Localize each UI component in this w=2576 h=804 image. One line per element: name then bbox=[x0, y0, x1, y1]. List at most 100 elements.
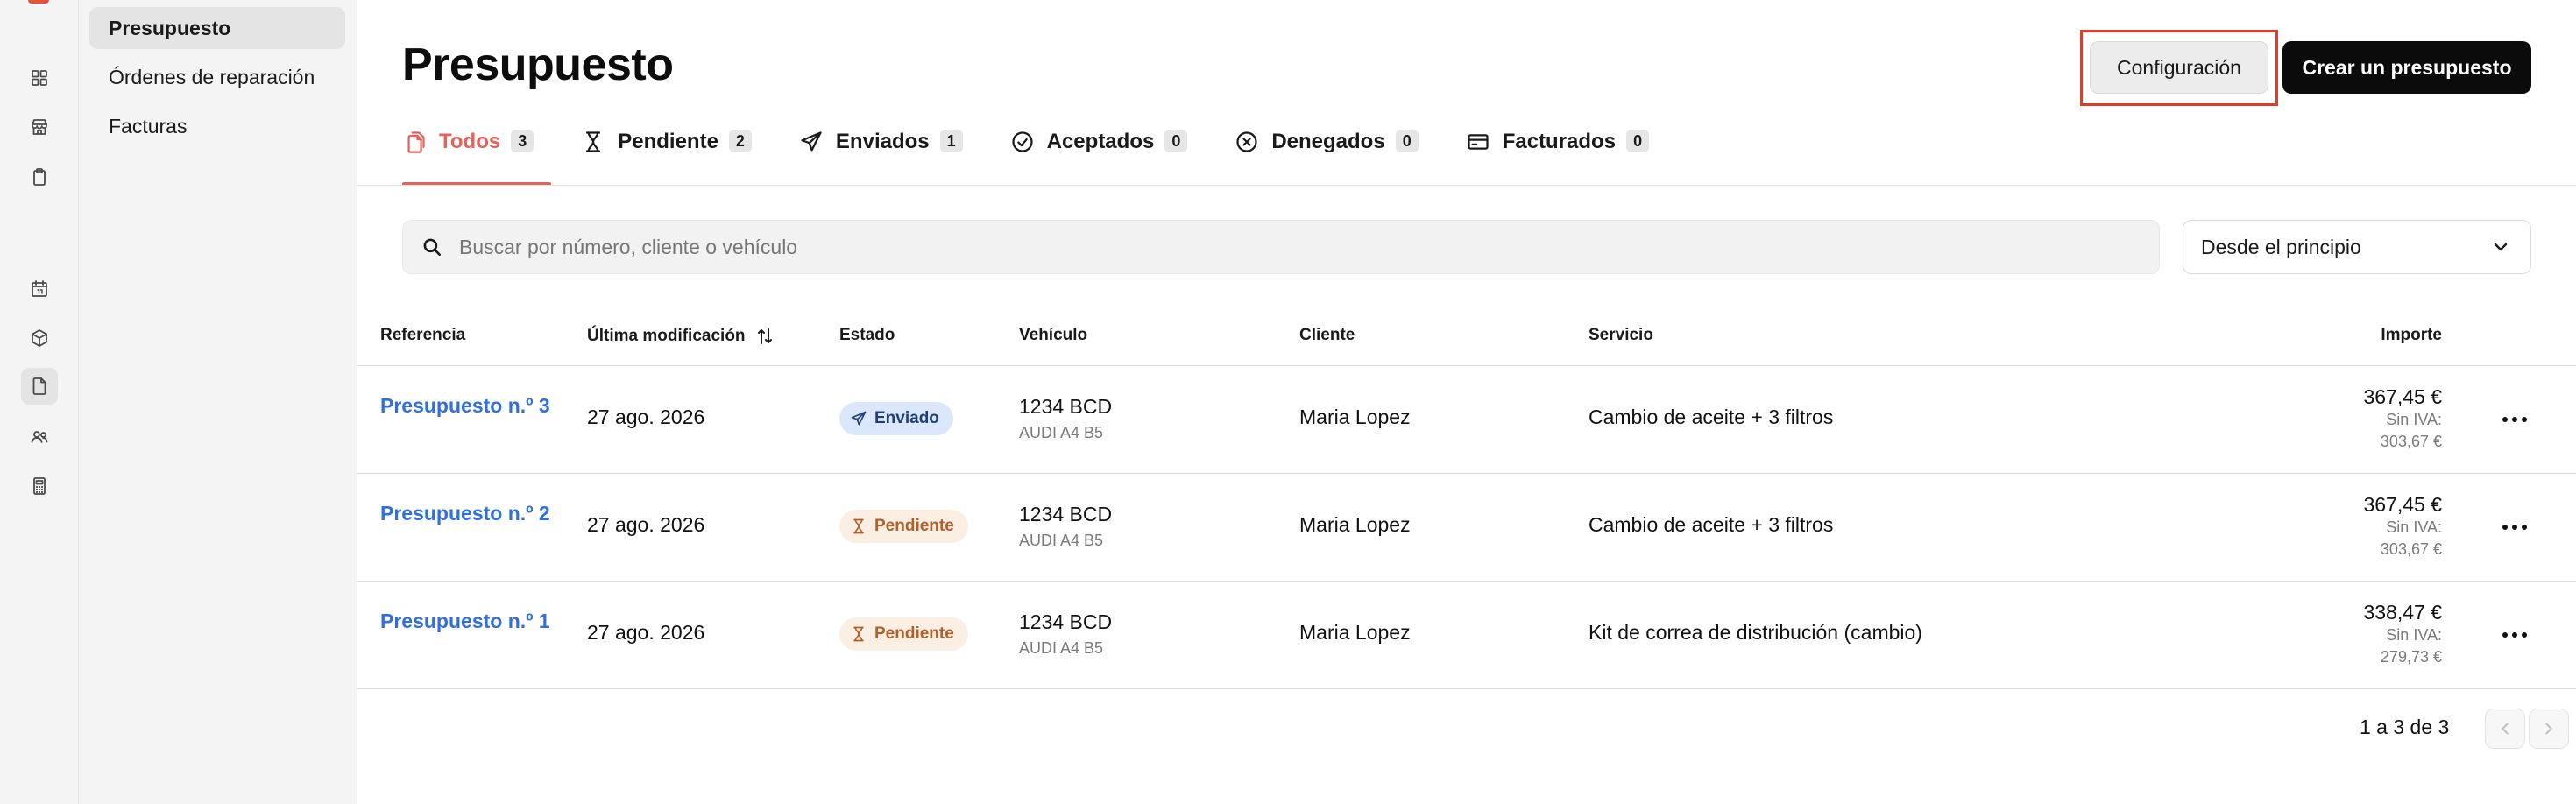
quote-reference-link[interactable]: Presupuesto n.º 1 bbox=[380, 608, 556, 635]
calculator-icon[interactable] bbox=[21, 468, 58, 504]
more-options-icon[interactable] bbox=[2499, 622, 2530, 648]
net-label: Sin IVA: bbox=[2386, 518, 2442, 536]
subnav-item-label: Presupuesto bbox=[109, 16, 231, 39]
column-header-amount[interactable]: Importe bbox=[2381, 326, 2442, 345]
subnav-item-presupuesto[interactable]: Presupuesto bbox=[89, 7, 345, 49]
tab-label: Aceptados bbox=[1046, 130, 1155, 153]
modified-date: 27 ago. 2026 bbox=[587, 406, 705, 428]
vehicle-model: AUDI A4 B5 bbox=[1019, 424, 1104, 441]
vehicle-model: AUDI A4 B5 bbox=[1019, 639, 1104, 657]
tab-denegados[interactable]: Denegados 0 bbox=[1235, 123, 1419, 186]
vehicle-plate: 1234 BCD bbox=[1019, 503, 1113, 525]
period-select[interactable]: Desde el principio bbox=[2183, 220, 2531, 274]
amount-total: 367,45 € bbox=[2363, 493, 2442, 516]
next-page-button[interactable] bbox=[2529, 709, 2569, 749]
tab-count-badge: 1 bbox=[939, 130, 963, 152]
net-label: Sin IVA: bbox=[2386, 411, 2442, 428]
tab-count-badge: 0 bbox=[1395, 130, 1419, 152]
net-label: Sin IVA: bbox=[2386, 626, 2442, 644]
status-tabs: Todos 3 Pendiente 2 Enviados 1 Aceptados… bbox=[402, 123, 1696, 186]
column-header-modified[interactable]: Última modificación bbox=[587, 326, 775, 347]
chevron-down-icon bbox=[2494, 243, 2508, 251]
tab-count-badge: 0 bbox=[1164, 130, 1188, 152]
amount-cell: 338,47 € Sin IVA: 279,73 € bbox=[2363, 601, 2442, 668]
tab-facturados[interactable]: Facturados 0 bbox=[1466, 123, 1650, 186]
tab-pendiente[interactable]: Pendiente 2 bbox=[581, 123, 752, 186]
document-icon[interactable] bbox=[21, 368, 58, 405]
tab-count-badge: 3 bbox=[511, 130, 534, 152]
amount-cell: 367,45 € Sin IVA: 303,67 € bbox=[2363, 493, 2442, 561]
chevron-right-icon bbox=[2545, 723, 2552, 735]
brand-mark bbox=[28, 0, 49, 4]
subnav-item-facturas[interactable]: Facturas bbox=[89, 105, 345, 147]
tab-label: Pendiente bbox=[618, 130, 718, 153]
pagination-summary: 1 a 3 de 3 bbox=[2360, 716, 2450, 738]
tab-enviados[interactable]: Enviados 1 bbox=[799, 123, 963, 186]
tab-label: Enviados bbox=[835, 130, 930, 153]
modified-date: 27 ago. 2026 bbox=[587, 621, 705, 644]
main-content: Presupuesto Configuración Crear un presu… bbox=[357, 0, 2576, 804]
tab-todos[interactable]: Todos 3 bbox=[402, 123, 552, 186]
table-row[interactable]: Presupuesto n.º 3 27 ago. 2026 Enviado 1… bbox=[357, 366, 2576, 474]
service-description: Cambio de aceite + 3 filtros bbox=[1589, 513, 1834, 536]
subnav-item-ordenes-reparacion[interactable]: Órdenes de reparación bbox=[89, 56, 345, 98]
service-description: Cambio de aceite + 3 filtros bbox=[1589, 406, 1834, 428]
sub-navigation: Presupuesto Órdenes de reparación Factur… bbox=[79, 0, 357, 804]
users-icon[interactable] bbox=[21, 419, 58, 455]
calendar-icon[interactable] bbox=[21, 271, 58, 307]
amount-total: 367,45 € bbox=[2363, 385, 2442, 408]
tab-aceptados[interactable]: Aceptados 0 bbox=[1010, 123, 1188, 186]
clipboard-icon[interactable] bbox=[21, 159, 58, 195]
client-name: Maria Lopez bbox=[1299, 406, 1411, 428]
tab-label: Todos bbox=[439, 130, 501, 153]
page-title: Presupuesto bbox=[402, 39, 674, 90]
hourglass-icon bbox=[586, 131, 601, 152]
column-header-vehicle[interactable]: Vehículo bbox=[1019, 326, 1087, 345]
vehicle-plate: 1234 BCD bbox=[1019, 395, 1113, 418]
vehicle-model: AUDI A4 B5 bbox=[1019, 532, 1104, 549]
net-amount: 303,67 € bbox=[2380, 433, 2442, 450]
hourglass-icon bbox=[853, 626, 864, 642]
status-badge: Pendiente bbox=[839, 510, 968, 543]
table-row[interactable]: Presupuesto n.º 2 27 ago. 2026 Pendiente… bbox=[357, 474, 2576, 582]
credit-card-icon bbox=[1468, 134, 1489, 150]
column-header-service[interactable]: Servicio bbox=[1589, 326, 1653, 345]
documents-icon bbox=[407, 131, 425, 153]
table-header: Referencia Última modificación Estado Ve… bbox=[357, 308, 2576, 366]
check-circle-icon bbox=[1012, 131, 1033, 152]
column-header-status[interactable]: Estado bbox=[839, 326, 895, 345]
net-amount: 303,67 € bbox=[2380, 540, 2442, 558]
status-badge: Enviado bbox=[839, 402, 953, 435]
table-row[interactable]: Presupuesto n.º 1 27 ago. 2026 Pendiente… bbox=[357, 582, 2576, 689]
chevron-left-icon bbox=[2502, 723, 2509, 735]
store-icon[interactable] bbox=[21, 109, 58, 145]
search-input[interactable] bbox=[459, 235, 2124, 259]
search-icon bbox=[423, 238, 441, 256]
column-header-client[interactable]: Cliente bbox=[1299, 326, 1355, 345]
quote-reference-link[interactable]: Presupuesto n.º 3 bbox=[380, 392, 556, 420]
amount-cell: 367,45 € Sin IVA: 303,67 € bbox=[2363, 385, 2442, 453]
quote-reference-link[interactable]: Presupuesto n.º 2 bbox=[380, 500, 556, 527]
send-icon bbox=[851, 411, 867, 426]
hourglass-icon bbox=[853, 518, 864, 534]
client-name: Maria Lopez bbox=[1299, 621, 1411, 644]
create-quote-button[interactable]: Crear un presupuesto bbox=[2282, 41, 2531, 94]
vehicle-plate: 1234 BCD bbox=[1019, 610, 1113, 633]
status-badge: Pendiente bbox=[839, 617, 968, 651]
dashboard-icon[interactable] bbox=[21, 60, 58, 96]
period-select-value: Desde el principio bbox=[2201, 235, 2361, 258]
net-amount: 279,73 € bbox=[2380, 648, 2442, 666]
configuration-button[interactable]: Configuración bbox=[2090, 41, 2268, 94]
tab-count-badge: 2 bbox=[728, 130, 752, 152]
sort-icon[interactable] bbox=[754, 326, 775, 347]
box-icon[interactable] bbox=[21, 320, 58, 356]
more-options-icon[interactable] bbox=[2499, 514, 2530, 540]
service-description: Kit de correa de distribución (cambio) bbox=[1589, 621, 1922, 644]
icon-rail bbox=[0, 0, 79, 804]
more-options-icon[interactable] bbox=[2499, 406, 2530, 433]
column-header-reference[interactable]: Referencia bbox=[380, 326, 465, 345]
amount-total: 338,47 € bbox=[2363, 601, 2442, 624]
previous-page-button[interactable] bbox=[2485, 709, 2525, 749]
x-circle-icon bbox=[1236, 131, 1257, 152]
client-name: Maria Lopez bbox=[1299, 513, 1411, 536]
